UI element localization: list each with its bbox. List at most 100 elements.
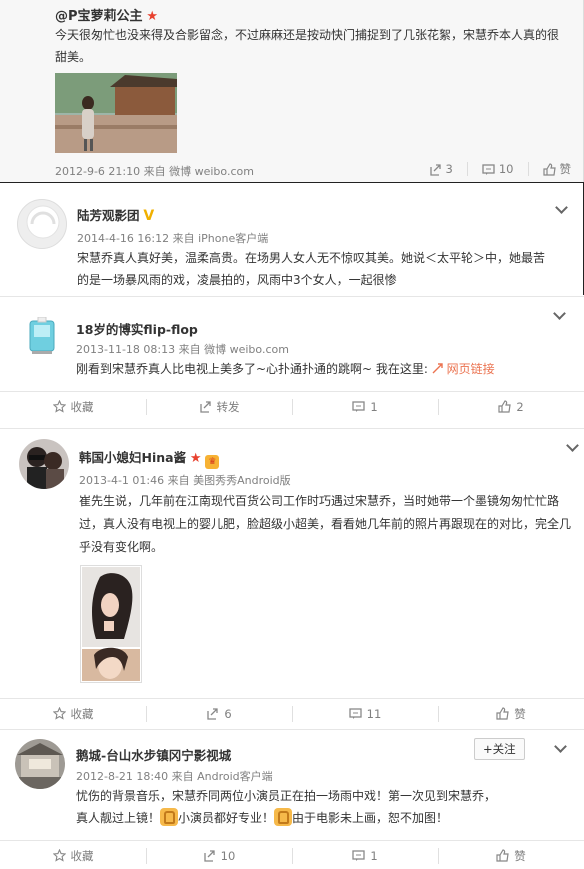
web-link[interactable]: 网页链接 (432, 362, 495, 376)
web-link-label: 网页链接 (446, 362, 495, 376)
repost-icon (207, 708, 218, 720)
post-text-line: 刚看到宋慧乔真人比电视上美多了~心扑通扑通的跳啊~ 我在这里: 网页链接 (76, 358, 566, 380)
text-fragment: 小演员都好专业！ (178, 811, 275, 825)
thumbs-up-emoji-icon (160, 808, 179, 826)
post-meta: 2013-11-18 08:13 来自 微博 weibo.com (76, 343, 289, 356)
post-text: 崔先生说，几年前在江南现代百货公司工作时巧遇过宋慧乔，当时她带一个墨镜匆匆忙忙路… (79, 494, 572, 554)
comment-button[interactable]: 11 (292, 699, 438, 728)
like-button[interactable]: 赞 (438, 841, 584, 869)
avatar[interactable] (15, 739, 65, 789)
comment-icon (482, 163, 495, 175)
post-text: 刚看到宋慧乔真人比电视上美多了~心扑通扑通的跳啊~ 我在这里: (76, 362, 428, 376)
medal-icon: ♛ (205, 455, 220, 469)
post-meta: 2013-4-1 01:46 来自 美图秀秀Android版 (79, 474, 291, 487)
default-avatar-icon (26, 205, 60, 239)
photo-image (82, 567, 140, 681)
repost-label: 转发 (216, 399, 240, 414)
share-button[interactable]: 3 (429, 162, 453, 176)
photo-image (55, 73, 177, 153)
comment-icon (352, 401, 365, 412)
text-fragment: 由于电影未上画，恕不加图！ (292, 811, 449, 825)
action-bar: 收藏 10 1 赞 (0, 840, 584, 869)
action-bar: 收藏 6 11 赞 (0, 698, 584, 728)
comment-icon (352, 850, 365, 861)
favorite-label: 收藏 (70, 848, 94, 863)
star-outline-icon (52, 400, 66, 413)
post-text: 忧伤的背景音乐，宋慧乔同两位小演员正在拍一场雨中戏！第一次见到宋慧乔， (76, 789, 497, 803)
post-card-2: 陆芳观影团 V 2014-4-16 16:12 来自 iPhone客户端 宋慧乔… (0, 183, 584, 295)
chevron-down-icon[interactable] (554, 742, 566, 754)
author-name[interactable]: 陆芳观影团 (77, 208, 140, 223)
author-name[interactable]: 鹅城-台山水步镇冈宁影视城 (76, 745, 231, 764)
star-outline-icon (52, 849, 66, 862)
link-icon (432, 363, 443, 374)
comment-count: 1 (370, 848, 378, 863)
repost-button[interactable]: 转发 (146, 392, 292, 421)
favorite-button[interactable]: 收藏 (0, 841, 146, 869)
comment-count: 1 (370, 399, 378, 414)
comment-button[interactable]: 10 (482, 162, 514, 176)
repost-button[interactable]: 6 (146, 699, 292, 728)
post-photo[interactable] (55, 73, 177, 153)
avatar[interactable] (17, 199, 67, 249)
post-photo[interactable] (80, 565, 142, 683)
comment-button[interactable]: 1 (292, 841, 438, 869)
avatar[interactable] (28, 316, 56, 355)
post-meta: 2012-8-21 18:40 来自 Android客户端 (76, 770, 273, 783)
post-text-line-2: 真人靓过上镜！ 小演员都好专业！ 由于电影未上画，恕不加图！ (76, 807, 576, 829)
follow-label: +关注 (483, 742, 516, 756)
repost-count: 10 (220, 848, 236, 863)
comment-count: 11 (366, 706, 382, 721)
comment-count: 10 (498, 162, 514, 176)
author-name[interactable]: 韩国小媳妇Hina酱 (79, 450, 186, 465)
post-card-4: 韩国小媳妇Hina酱 ★ ♛ 2013-4-1 01:46 来自 美图秀秀And… (0, 428, 584, 727)
vip-star-icon: ★ (189, 451, 202, 466)
author-name[interactable]: 18岁的博实flip-flop (76, 319, 198, 338)
post-text: 今天很匆忙也没来得及合影留念，不过麻麻还是按动快门捕捉到了几张花絮，宋慧乔本人真… (55, 28, 560, 64)
repost-count: 6 (224, 706, 232, 721)
like-button[interactable]: 2 (438, 392, 584, 421)
avatar[interactable] (19, 439, 69, 489)
humidifier-icon (29, 316, 55, 354)
like-label: 赞 (514, 706, 526, 721)
building-avatar-image (15, 739, 65, 789)
post-meta: 2014-4-16 16:12 来自 iPhone客户端 (77, 232, 269, 245)
chevron-down-icon[interactable] (553, 309, 565, 321)
action-bar: 收藏 转发 1 2 (0, 391, 584, 421)
text-fragment: 真人靓过上镜！ (76, 811, 161, 825)
share-count: 3 (445, 162, 453, 176)
thumbs-up-icon (498, 400, 512, 413)
like-label: 赞 (559, 162, 572, 176)
chevron-down-icon[interactable] (566, 441, 578, 453)
follow-button[interactable]: +关注 (474, 738, 525, 760)
share-icon (429, 163, 441, 176)
post-card-1: @P宝萝莉公主 ★ 今天很匆忙也没来得及合影留念，不过麻麻还是按动快门捕捉到了几… (0, 0, 584, 182)
thumbs-up-icon (496, 849, 509, 862)
star-outline-icon (52, 707, 66, 720)
post-meta: 2012-9-6 21:10 来自 微博 weibo.com (55, 165, 254, 178)
thumbs-up-emoji-icon (274, 808, 293, 826)
author-name[interactable]: @P宝萝莉公主 (55, 9, 143, 24)
favorite-button[interactable]: 收藏 (0, 699, 146, 728)
chevron-down-icon[interactable] (555, 203, 567, 215)
repost-icon (204, 850, 215, 862)
thumbs-up-icon (542, 162, 556, 176)
like-button[interactable]: 赞 (438, 699, 584, 728)
post-card-5: 鹅城-台山水步镇冈宁影视城 +关注 2012-8-21 18:40 来自 And… (0, 729, 584, 869)
post-text: 宋慧乔真人真好美，温柔高贵。在场男人女人无不惊叹其美。她说＜太平轮＞中，她最苦的… (77, 251, 546, 287)
comment-icon (349, 708, 362, 719)
favorite-label: 收藏 (70, 399, 94, 414)
favorite-button[interactable]: 收藏 (0, 392, 146, 421)
verified-v-icon: V (143, 208, 155, 224)
comment-button[interactable]: 1 (292, 392, 438, 421)
user-avatar-image (19, 439, 69, 489)
like-label: 赞 (514, 848, 526, 863)
post-actions: 3 10 赞 (429, 161, 571, 177)
repost-icon (199, 401, 211, 413)
repost-button[interactable]: 10 (146, 841, 292, 869)
like-button[interactable]: 赞 (542, 161, 572, 177)
favorite-label: 收藏 (70, 706, 94, 721)
vip-star-icon: ★ (146, 9, 159, 24)
thumbs-up-icon (496, 707, 509, 720)
like-count: 2 (516, 399, 524, 414)
